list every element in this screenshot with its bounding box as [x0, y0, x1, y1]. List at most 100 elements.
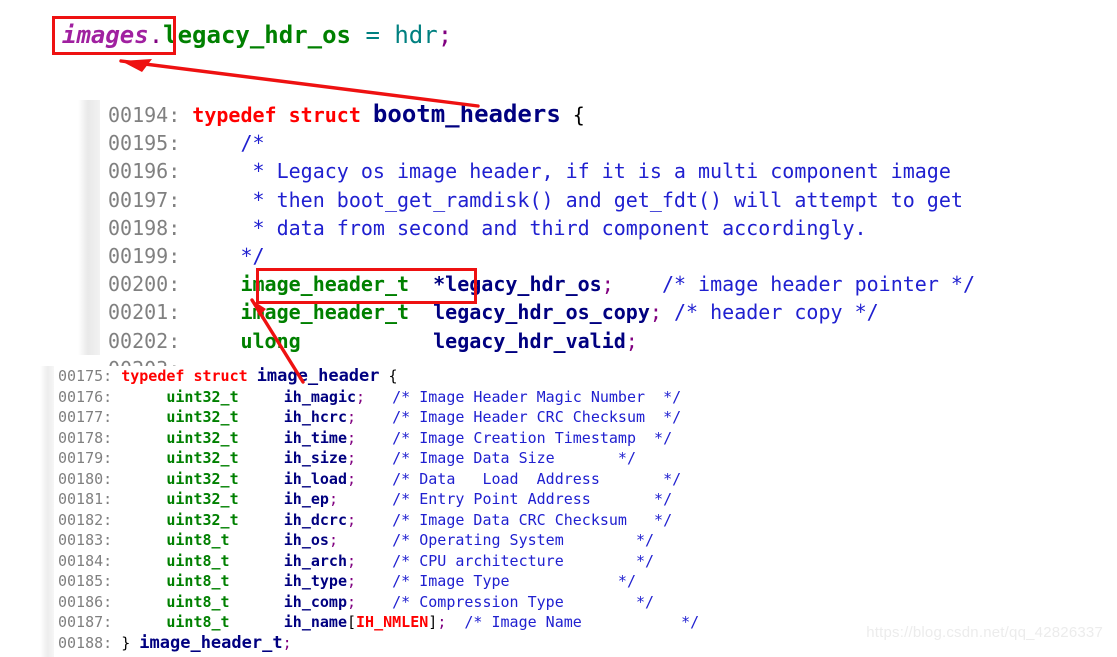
- code-token: ;: [347, 428, 357, 447]
- line-number: 00175:: [58, 367, 113, 385]
- line-number: 00184:: [58, 551, 113, 570]
- code-line: 00194: typedef struct bootm_headers {: [78, 100, 975, 129]
- line-number: 00178:: [58, 428, 113, 447]
- line-number: 00186:: [58, 592, 113, 611]
- code-token: /* CPU architecture */: [392, 551, 655, 570]
- code-token: ;: [347, 551, 357, 570]
- code-token: legacy_hdr_os_copy: [433, 300, 650, 325]
- code-token: /*: [180, 131, 265, 156]
- code-token: ih_os: [283, 531, 329, 549]
- code-token: ;: [282, 633, 292, 652]
- code-line: 00183: uint8_t ih_os; /* Operating Syste…: [58, 530, 699, 551]
- code-token: ;: [328, 490, 338, 508]
- code-token: {: [560, 103, 585, 127]
- code-line: 00195: /*: [78, 129, 975, 157]
- top-snippet-value: hdr: [394, 21, 438, 49]
- code-token: ;: [625, 328, 638, 353]
- code-token: bootm_headers: [372, 100, 561, 128]
- code-line: 00178: uint32_t ih_time; /* Image Creati…: [58, 428, 699, 449]
- top-snippet-object: images: [62, 21, 149, 49]
- code-line: 00184: uint8_t ih_arch; /* CPU architect…: [58, 551, 699, 572]
- code-token: ih_size: [283, 449, 347, 467]
- code-token: ]: [428, 613, 438, 631]
- code-token: ih_arch: [283, 551, 347, 570]
- annotation-arrow-1: [119, 59, 480, 108]
- code-token: uint8_t: [166, 572, 230, 590]
- code-token: ;: [437, 613, 447, 631]
- code-token: uint8_t: [166, 592, 230, 611]
- code-token: ih_name: [283, 613, 347, 631]
- code-line: 00176: uint32_t ih_magic; /* Image Heade…: [58, 387, 699, 408]
- code-token: ih_load: [283, 469, 347, 488]
- code-token: ;: [347, 408, 357, 426]
- line-number: 00201:: [108, 300, 181, 325]
- line-number: 00194:: [108, 103, 181, 127]
- line-number: 00180:: [58, 469, 113, 488]
- code-line: 00186: uint8_t ih_comp; /* Compression T…: [58, 592, 699, 613]
- code-token: ih_ep: [283, 490, 329, 508]
- code-token: uint32_t: [166, 510, 239, 529]
- code-token: ;: [347, 469, 357, 488]
- code-token: uint8_t: [166, 613, 230, 631]
- code-token: * then boot_get_ramdisk() and get_fdt() …: [180, 187, 963, 212]
- line-number: 00182:: [58, 510, 113, 529]
- code-token: ulong: [240, 328, 301, 353]
- code-token: uint32_t: [166, 490, 239, 508]
- top-snippet-dot: .: [148, 21, 164, 49]
- code-line: 00196: * Legacy os image header, if it i…: [78, 157, 975, 185]
- code-token: ;: [347, 449, 357, 467]
- code-token: image_header: [256, 366, 380, 386]
- code-token: ih_time: [283, 428, 347, 447]
- line-number: 00177:: [58, 408, 113, 426]
- image-header-code-block: 00175: typedef struct image_header {0017…: [58, 366, 699, 653]
- code-token: ih_type: [283, 572, 347, 590]
- code-token: ;: [347, 510, 357, 529]
- top-code-snippet: images.legacy_hdr_os = hdr;: [62, 18, 452, 52]
- code-line: 00197: * then boot_get_ramdisk() and get…: [78, 186, 975, 214]
- watermark: https://blog.csdn.net/qq_42826337: [866, 624, 1103, 641]
- line-number: 00197:: [108, 187, 181, 212]
- code-token: /* Image Type */: [392, 572, 636, 590]
- top-snippet-semicolon: ;: [437, 21, 453, 49]
- code-token: ih_magic: [283, 387, 357, 406]
- code-token: image_header_t: [240, 300, 410, 325]
- code-line: 00201: image_header_t legacy_hdr_os_copy…: [78, 298, 975, 326]
- code-line: 00179: uint32_t ih_size; /* Image Data S…: [58, 448, 699, 469]
- code-token: /* Image Header Magic Number */: [392, 387, 682, 406]
- code-token: uint32_t: [166, 387, 239, 406]
- code-line: 00202: ulong legacy_hdr_valid;: [78, 327, 975, 355]
- code-line: 00185: uint8_t ih_type; /* Image Type */: [58, 571, 699, 592]
- code-token: /* Image Name */: [464, 613, 700, 631]
- code-token: ;: [356, 387, 366, 406]
- code-token: /* header copy */: [673, 300, 879, 325]
- line-number: 00188:: [58, 633, 113, 652]
- line-number: 00202:: [108, 328, 181, 353]
- code-token: * data from second and third component a…: [180, 215, 867, 240]
- code-token: ;: [601, 272, 614, 297]
- code-line: 00180: uint32_t ih_load; /* Data Load Ad…: [58, 469, 699, 490]
- code-line: 00198: * data from second and third comp…: [78, 214, 975, 242]
- code-token: ;: [347, 572, 357, 590]
- code-line: 00182: uint32_t ih_dcrc; /* Image Data C…: [58, 510, 699, 531]
- code-token: /* Compression Type */: [392, 592, 655, 611]
